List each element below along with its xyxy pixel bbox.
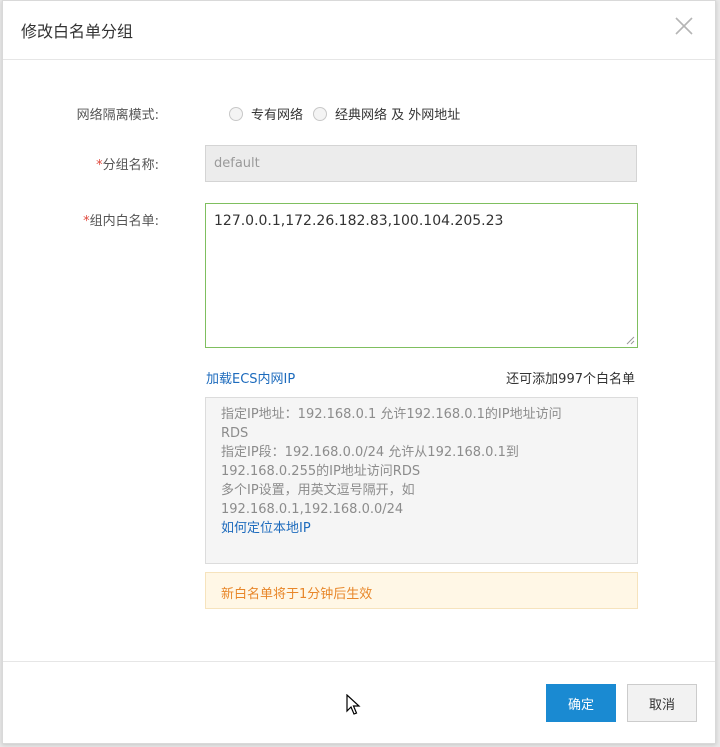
radio-classic-circle[interactable] <box>313 106 328 121</box>
radio-classic-label: 经典网络 及 外网地址 <box>335 108 461 123</box>
dialog-title: 修改白名单分组 <box>21 22 134 41</box>
remaining-count: 还可添加997个白名单 <box>506 372 635 387</box>
whitelist-label-text: 组内白名单: <box>89 214 159 229</box>
radio-vpc-circle[interactable] <box>229 106 243 121</box>
whitelist-textarea[interactable]: 127.0.0.1,172.26.182.83,100.104.205.23 <box>205 203 638 348</box>
mouse-cursor-icon <box>346 694 361 715</box>
dialog-header: 修改白名单分组 <box>3 1 715 60</box>
group-name-label: *分组名称: <box>96 154 159 173</box>
hint-line: 192.168.0.255的IP地址访问RDS <box>221 464 421 479</box>
whitelist-dialog: 修改白名单分组 网络隔离模式: 专有网络 经典网络 及 外网地址 *分组名称: … <box>2 0 716 744</box>
network-mode-radio-group: 专有网络 经典网络 及 外网地址 <box>229 104 470 123</box>
confirm-button[interactable]: 确定 <box>546 684 616 722</box>
hint-line: 多个IP设置，用英文逗号隔开，如 <box>221 483 415 498</box>
group-name-label-text: 分组名称: <box>102 158 159 173</box>
whitelist-label: *组内白名单: <box>83 210 159 229</box>
radio-vpc-label: 专有网络 <box>251 108 304 123</box>
close-icon[interactable] <box>671 13 697 39</box>
locate-local-ip-link[interactable]: 如何定位本地IP <box>221 521 311 536</box>
hint-line: 指定IP地址：192.168.0.1 允许192.168.0.1的IP地址访问 <box>221 407 562 422</box>
load-ecs-ip-link[interactable]: 加载ECS内网IP <box>206 368 295 387</box>
group-name-input: default <box>205 145 637 182</box>
warning-message: 新白名单将于1分钟后生效 <box>205 572 638 609</box>
network-mode-label: 网络隔离模式: <box>76 108 159 123</box>
hint-line: 192.168.0.1,192.168.0.0/24 <box>221 502 404 517</box>
hint-line: RDS <box>221 426 249 441</box>
hint-box: 指定IP地址：192.168.0.1 允许192.168.0.1的IP地址访问 … <box>205 397 638 564</box>
radio-vpc[interactable]: 专有网络 <box>229 104 303 123</box>
footer-divider <box>3 661 715 662</box>
resize-grip-icon[interactable] <box>626 336 635 345</box>
whitelist-value: 127.0.0.1,172.26.182.83,100.104.205.23 <box>214 213 504 229</box>
hint-line: 指定IP段：192.168.0.0/24 允许从192.168.0.1到 <box>221 445 519 460</box>
cancel-button[interactable]: 取消 <box>627 684 697 722</box>
radio-classic[interactable]: 经典网络 及 外网地址 <box>313 104 460 123</box>
